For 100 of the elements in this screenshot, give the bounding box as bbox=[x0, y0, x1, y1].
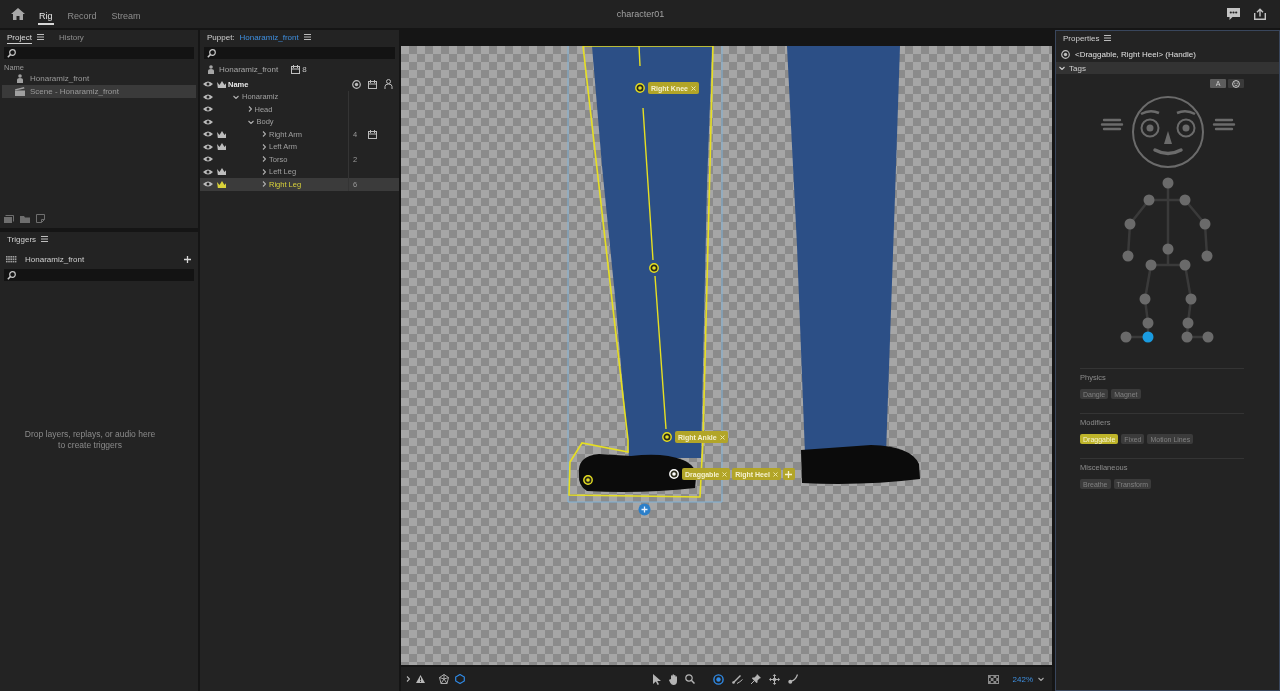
chevron-right-icon[interactable] bbox=[262, 143, 266, 150]
checker-icon[interactable] bbox=[987, 674, 999, 684]
plus-icon[interactable] bbox=[184, 256, 191, 263]
handle-dot-icon[interactable] bbox=[1142, 317, 1154, 329]
chevron-right-icon[interactable] bbox=[262, 168, 266, 175]
handle-dot-icon[interactable] bbox=[1162, 177, 1174, 189]
crown-icon[interactable] bbox=[216, 130, 226, 138]
face-drawing bbox=[1132, 96, 1204, 168]
crown-icon[interactable] bbox=[216, 180, 226, 188]
move-arrows-icon[interactable] bbox=[768, 673, 780, 685]
chevron-right-icon[interactable] bbox=[247, 106, 252, 113]
zoom-icon[interactable] bbox=[684, 674, 695, 684]
handle-dot-icon[interactable] bbox=[1122, 250, 1134, 262]
handle-dot-icon[interactable] bbox=[1199, 218, 1211, 230]
eye-icon[interactable] bbox=[203, 181, 213, 188]
handle-dot-icon[interactable] bbox=[1120, 331, 1132, 343]
hexagon-icon[interactable] bbox=[455, 674, 465, 684]
handle-dot-icon[interactable] bbox=[1139, 293, 1151, 305]
eye-icon[interactable] bbox=[203, 93, 213, 100]
search-field[interactable] bbox=[204, 47, 395, 59]
mesh-icon[interactable] bbox=[439, 674, 449, 684]
chevron-down-icon bbox=[1059, 66, 1065, 70]
target-icon bbox=[1061, 50, 1070, 59]
target-icon[interactable] bbox=[712, 673, 724, 685]
crown-icon[interactable] bbox=[216, 143, 226, 151]
hand-icon[interactable] bbox=[668, 673, 677, 685]
handle-dot-icon[interactable] bbox=[1202, 331, 1214, 343]
person-icon bbox=[208, 64, 214, 74]
pushpin-icon[interactable] bbox=[750, 674, 761, 684]
handle-icon[interactable] bbox=[583, 475, 593, 485]
folder-icon[interactable] bbox=[20, 215, 30, 223]
handle-dot-icon[interactable] bbox=[1142, 331, 1154, 343]
menu-icon[interactable] bbox=[1104, 35, 1112, 41]
eye-icon[interactable] bbox=[203, 118, 213, 125]
new-item-icon[interactable] bbox=[36, 214, 45, 223]
arrow-pointer-icon[interactable] bbox=[652, 673, 661, 685]
chevron-right-icon[interactable] bbox=[262, 131, 266, 138]
chevron-right-icon[interactable] bbox=[262, 181, 266, 188]
chevron-right-icon[interactable] bbox=[406, 676, 410, 682]
chat-icon[interactable] bbox=[1227, 8, 1240, 20]
face-icon bbox=[1232, 79, 1240, 88]
workspace-tab[interactable]: Rig bbox=[38, 6, 54, 25]
handle-dot-icon[interactable] bbox=[1185, 293, 1197, 305]
search-field[interactable] bbox=[4, 269, 194, 281]
menu-icon[interactable] bbox=[36, 34, 44, 40]
search-field[interactable] bbox=[4, 47, 194, 59]
panel-title: Puppet: bbox=[207, 32, 235, 42]
handle-dot-icon[interactable] bbox=[1145, 259, 1157, 271]
pen-icon[interactable] bbox=[731, 674, 743, 684]
share-icon[interactable] bbox=[1254, 8, 1266, 20]
chevron-down-icon[interactable] bbox=[247, 119, 254, 124]
document-title: character01 bbox=[616, 9, 665, 19]
home-icon[interactable] bbox=[11, 8, 25, 20]
add-handle-icon[interactable] bbox=[638, 503, 651, 516]
eye-icon[interactable] bbox=[203, 168, 213, 175]
calendar-icon bbox=[367, 79, 377, 89]
eye-icon[interactable] bbox=[203, 131, 213, 138]
handle-dot-icon[interactable] bbox=[1201, 250, 1213, 262]
handle-dot-icon[interactable] bbox=[1182, 317, 1194, 329]
section-header[interactable]: Tags bbox=[1056, 62, 1279, 74]
handle-dot-icon[interactable] bbox=[1179, 194, 1191, 206]
handle-icon[interactable] bbox=[649, 263, 659, 273]
handle-icon[interactable] bbox=[662, 432, 672, 442]
handle-dot-icon[interactable] bbox=[1162, 243, 1174, 255]
eye-icon[interactable] bbox=[203, 106, 213, 113]
menu-icon[interactable] bbox=[41, 236, 49, 242]
chevron-down-icon[interactable] bbox=[233, 94, 239, 99]
panel-title: Properties bbox=[1063, 33, 1100, 43]
zoom-dropdown[interactable]: 242% bbox=[1012, 674, 1044, 684]
eye-icon[interactable] bbox=[203, 156, 213, 163]
workspace-tab[interactable]: Record bbox=[66, 6, 98, 25]
panel-tab[interactable]: Project bbox=[7, 30, 32, 44]
clapper-icon bbox=[15, 87, 25, 96]
handle-dot-icon[interactable] bbox=[1181, 331, 1193, 343]
crown-icon bbox=[216, 80, 226, 88]
eye-icon[interactable] bbox=[203, 143, 213, 150]
warning-icon[interactable] bbox=[416, 675, 425, 683]
workspace-tab[interactable]: Stream bbox=[110, 6, 142, 25]
project-item[interactable]: Scene - Honaramiz_front bbox=[2, 85, 196, 98]
handle-dot-icon[interactable] bbox=[1179, 259, 1191, 271]
panel-tab[interactable]: History bbox=[58, 30, 84, 44]
film-stack-icon[interactable] bbox=[4, 214, 14, 223]
puppet-name: Honaramiz_front bbox=[219, 64, 279, 74]
handle-dot-icon[interactable] bbox=[1124, 218, 1136, 230]
brush-icon[interactable] bbox=[787, 674, 798, 684]
puppet-link[interactable]: Honaramiz_front bbox=[239, 32, 299, 42]
crown-icon[interactable] bbox=[216, 168, 226, 176]
section-title: Tags bbox=[1069, 63, 1086, 73]
empty-message: Drop layers, replays, or audio here to create triggers bbox=[23, 429, 157, 451]
add-tag-button[interactable] bbox=[782, 468, 795, 480]
handle-dot-icon[interactable] bbox=[1143, 194, 1155, 206]
chevron-right-icon[interactable] bbox=[262, 156, 266, 163]
plus-icon bbox=[785, 470, 793, 478]
person-lock-icon bbox=[383, 79, 393, 90]
search-icon bbox=[7, 48, 16, 58]
panel-title: Triggers bbox=[7, 234, 37, 244]
handle-icon[interactable] bbox=[635, 83, 645, 93]
menu-icon[interactable] bbox=[303, 34, 311, 40]
project-item[interactable]: Honaramiz_front bbox=[2, 72, 196, 85]
view-toggle-button[interactable] bbox=[1228, 79, 1244, 88]
